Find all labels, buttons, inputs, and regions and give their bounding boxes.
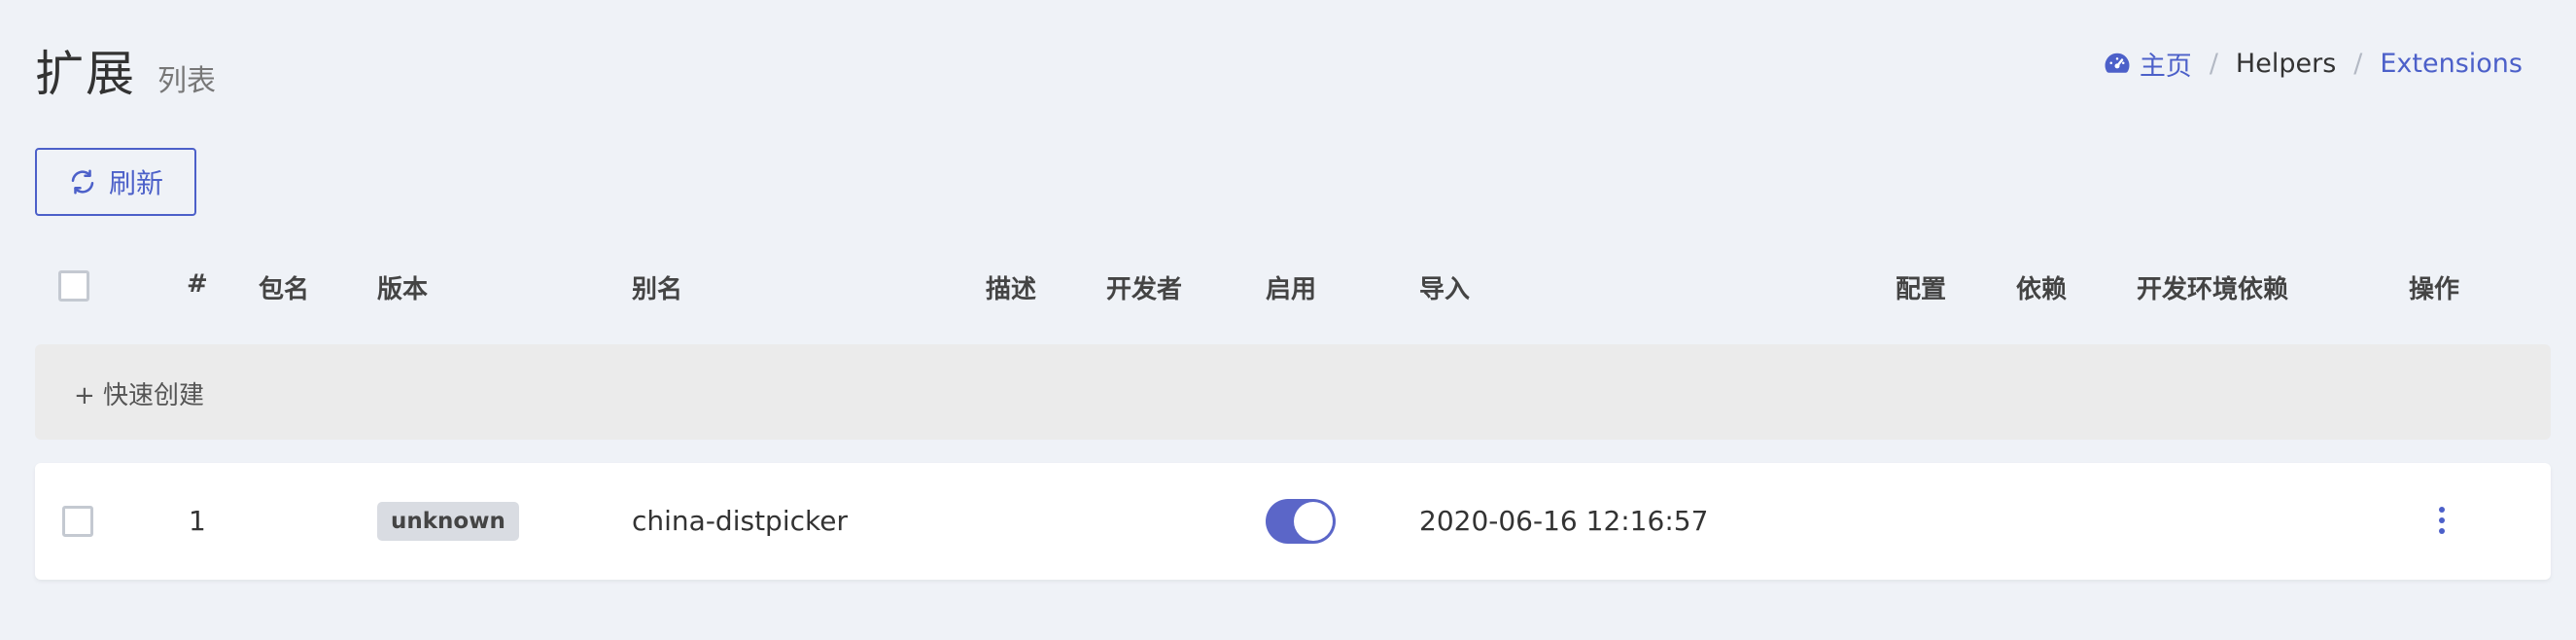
quick-create-link[interactable]: + 快速创建: [74, 375, 204, 411]
row-alias: china-distpicker: [632, 505, 848, 537]
breadcrumb-home-link[interactable]: 主页: [2103, 45, 2192, 83]
dashboard-icon: [2105, 53, 2130, 73]
breadcrumb-separator: /: [2353, 49, 2363, 79]
select-all-checkbox[interactable]: [58, 270, 89, 302]
quick-create-row: + 快速创建: [35, 344, 2551, 440]
refresh-label: 刷新: [108, 168, 163, 198]
column-header-dev-dependencies: 开发环境依赖: [2137, 275, 2289, 304]
column-header-package: 包名: [259, 275, 310, 304]
row-checkbox[interactable]: [62, 506, 93, 537]
page-title: 扩展: [35, 46, 136, 102]
refresh-button[interactable]: 刷新: [35, 148, 196, 216]
breadcrumb: 主页 / Helpers / Extensions: [2103, 45, 2523, 83]
table-row: 1 unknown china-distpicker 2020-06-16 12…: [35, 463, 2551, 580]
more-actions-icon[interactable]: [2436, 507, 2448, 536]
refresh-icon: [71, 169, 94, 195]
column-header-actions: 操作: [2409, 275, 2460, 304]
column-header-alias: 别名: [632, 275, 683, 304]
enable-toggle[interactable]: [1266, 499, 1336, 544]
page-subtitle: 列表: [157, 64, 216, 98]
breadcrumb-separator: /: [2209, 49, 2218, 79]
column-header-enabled: 启用: [1266, 275, 1317, 304]
breadcrumb-home-label: 主页: [2139, 52, 2192, 82]
column-header-imported: 导入: [1419, 275, 1471, 304]
row-imported-time: 2020-06-16 12:16:57: [1419, 505, 1709, 537]
column-header-developer: 开发者: [1106, 275, 1183, 304]
column-header-dependencies: 依赖: [2016, 275, 2068, 304]
breadcrumb-extensions-link[interactable]: Extensions: [2380, 49, 2523, 79]
toggle-knob: [1294, 502, 1333, 541]
page-header: 扩展 列表: [35, 35, 216, 105]
breadcrumb-helpers: Helpers: [2235, 49, 2337, 79]
version-badge: unknown: [377, 502, 519, 541]
column-header-version: 版本: [377, 275, 429, 304]
row-id: 1: [189, 505, 206, 537]
column-header-description: 描述: [986, 275, 1037, 304]
column-header-id: #: [187, 269, 208, 299]
column-header-config: 配置: [1896, 275, 1947, 304]
